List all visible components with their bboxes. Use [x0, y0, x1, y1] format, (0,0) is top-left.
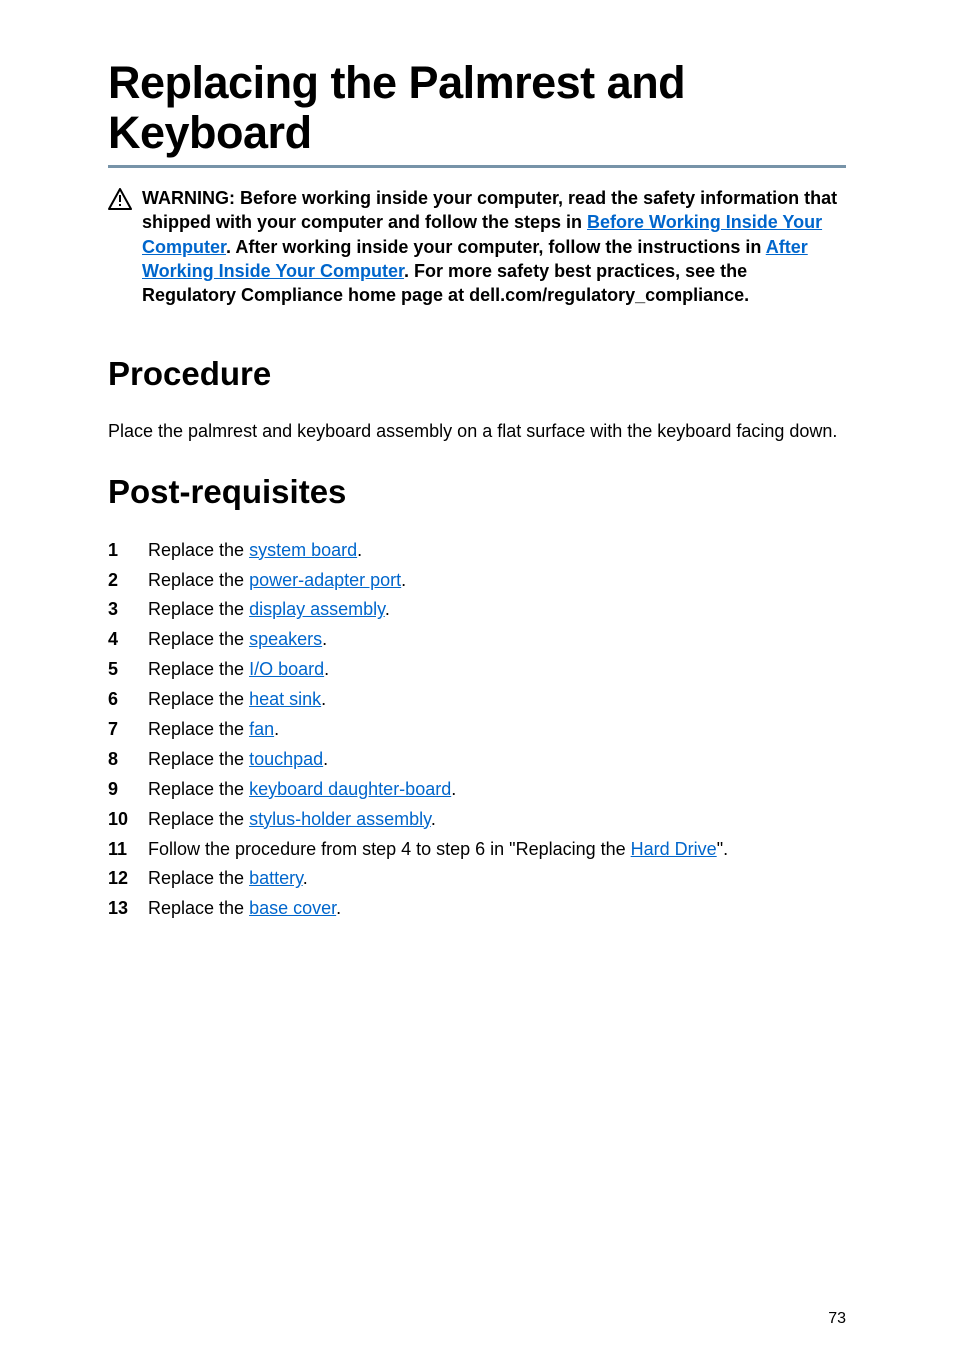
list-item: Replace the touchpad. — [108, 746, 846, 774]
step-pre: Replace the — [148, 540, 249, 560]
step-post: ". — [717, 839, 728, 859]
link-battery[interactable]: battery — [249, 868, 303, 888]
postreq-list: Replace the system board. Replace the po… — [108, 537, 846, 924]
link-keyboard-daughter-board[interactable]: keyboard daughter-board — [249, 779, 451, 799]
link-power-adapter-port[interactable]: power-adapter port — [249, 570, 401, 590]
page-number: 73 — [828, 1310, 846, 1328]
step-pre: Replace the — [148, 809, 249, 829]
procedure-heading: Procedure — [108, 355, 846, 393]
page-title: Replacing the Palmrest and Keyboard — [108, 58, 846, 157]
list-item: Replace the stylus-holder assembly. — [108, 806, 846, 834]
warning-mid1: . After working inside your computer, fo… — [226, 237, 766, 257]
step-pre: Replace the — [148, 868, 249, 888]
step-post: . — [303, 868, 308, 888]
step-pre: Replace the — [148, 779, 249, 799]
step-post: . — [323, 749, 328, 769]
link-speakers[interactable]: speakers — [249, 629, 322, 649]
list-item: Replace the keyboard daughter-board. — [108, 776, 846, 804]
link-display-assembly[interactable]: display assembly — [249, 599, 385, 619]
link-stylus-holder-assembly[interactable]: stylus-holder assembly — [249, 809, 431, 829]
list-item: Replace the display assembly. — [108, 596, 846, 624]
step-post: . — [322, 629, 327, 649]
link-fan[interactable]: fan — [249, 719, 274, 739]
link-base-cover[interactable]: base cover — [249, 898, 336, 918]
procedure-body: Place the palmrest and keyboard assembly… — [108, 419, 846, 444]
step-pre: Replace the — [148, 570, 249, 590]
step-post: . — [321, 689, 326, 709]
step-pre: Replace the — [148, 629, 249, 649]
step-pre: Replace the — [148, 659, 249, 679]
warning-text: WARNING: Before working inside your comp… — [142, 186, 846, 307]
step-pre: Replace the — [148, 689, 249, 709]
step-pre: Replace the — [148, 898, 249, 918]
step-post: . — [431, 809, 436, 829]
step-post: . — [336, 898, 341, 918]
list-item: Replace the speakers. — [108, 626, 846, 654]
step-pre: Replace the — [148, 749, 249, 769]
step-pre: Replace the — [148, 719, 249, 739]
list-item: Replace the battery. — [108, 865, 846, 893]
step-post: . — [385, 599, 390, 619]
step-post: . — [324, 659, 329, 679]
step-pre: Replace the — [148, 599, 249, 619]
page-container: Replacing the Palmrest and Keyboard WARN… — [0, 0, 954, 1366]
step-post: . — [357, 540, 362, 560]
link-touchpad[interactable]: touchpad — [249, 749, 323, 769]
warning-icon-col — [108, 186, 132, 307]
step-post: . — [274, 719, 279, 739]
list-item: Replace the I/O board. — [108, 656, 846, 684]
warning-triangle-icon — [108, 188, 132, 210]
list-item: Replace the system board. — [108, 537, 846, 565]
warning-block: WARNING: Before working inside your comp… — [108, 186, 846, 307]
list-item: Replace the power-adapter port. — [108, 567, 846, 595]
step-post: . — [401, 570, 406, 590]
link-hard-drive[interactable]: Hard Drive — [631, 839, 717, 859]
postreq-heading: Post-requisites — [108, 473, 846, 511]
link-system-board[interactable]: system board — [249, 540, 357, 560]
link-heat-sink[interactable]: heat sink — [249, 689, 321, 709]
list-item: Replace the base cover. — [108, 895, 846, 923]
step-pre: Follow the procedure from step 4 to step… — [148, 839, 631, 859]
list-item: Replace the heat sink. — [108, 686, 846, 714]
title-underline — [108, 165, 846, 168]
list-item: Replace the fan. — [108, 716, 846, 744]
list-item: Follow the procedure from step 4 to step… — [108, 836, 846, 864]
link-io-board[interactable]: I/O board — [249, 659, 324, 679]
step-post: . — [451, 779, 456, 799]
